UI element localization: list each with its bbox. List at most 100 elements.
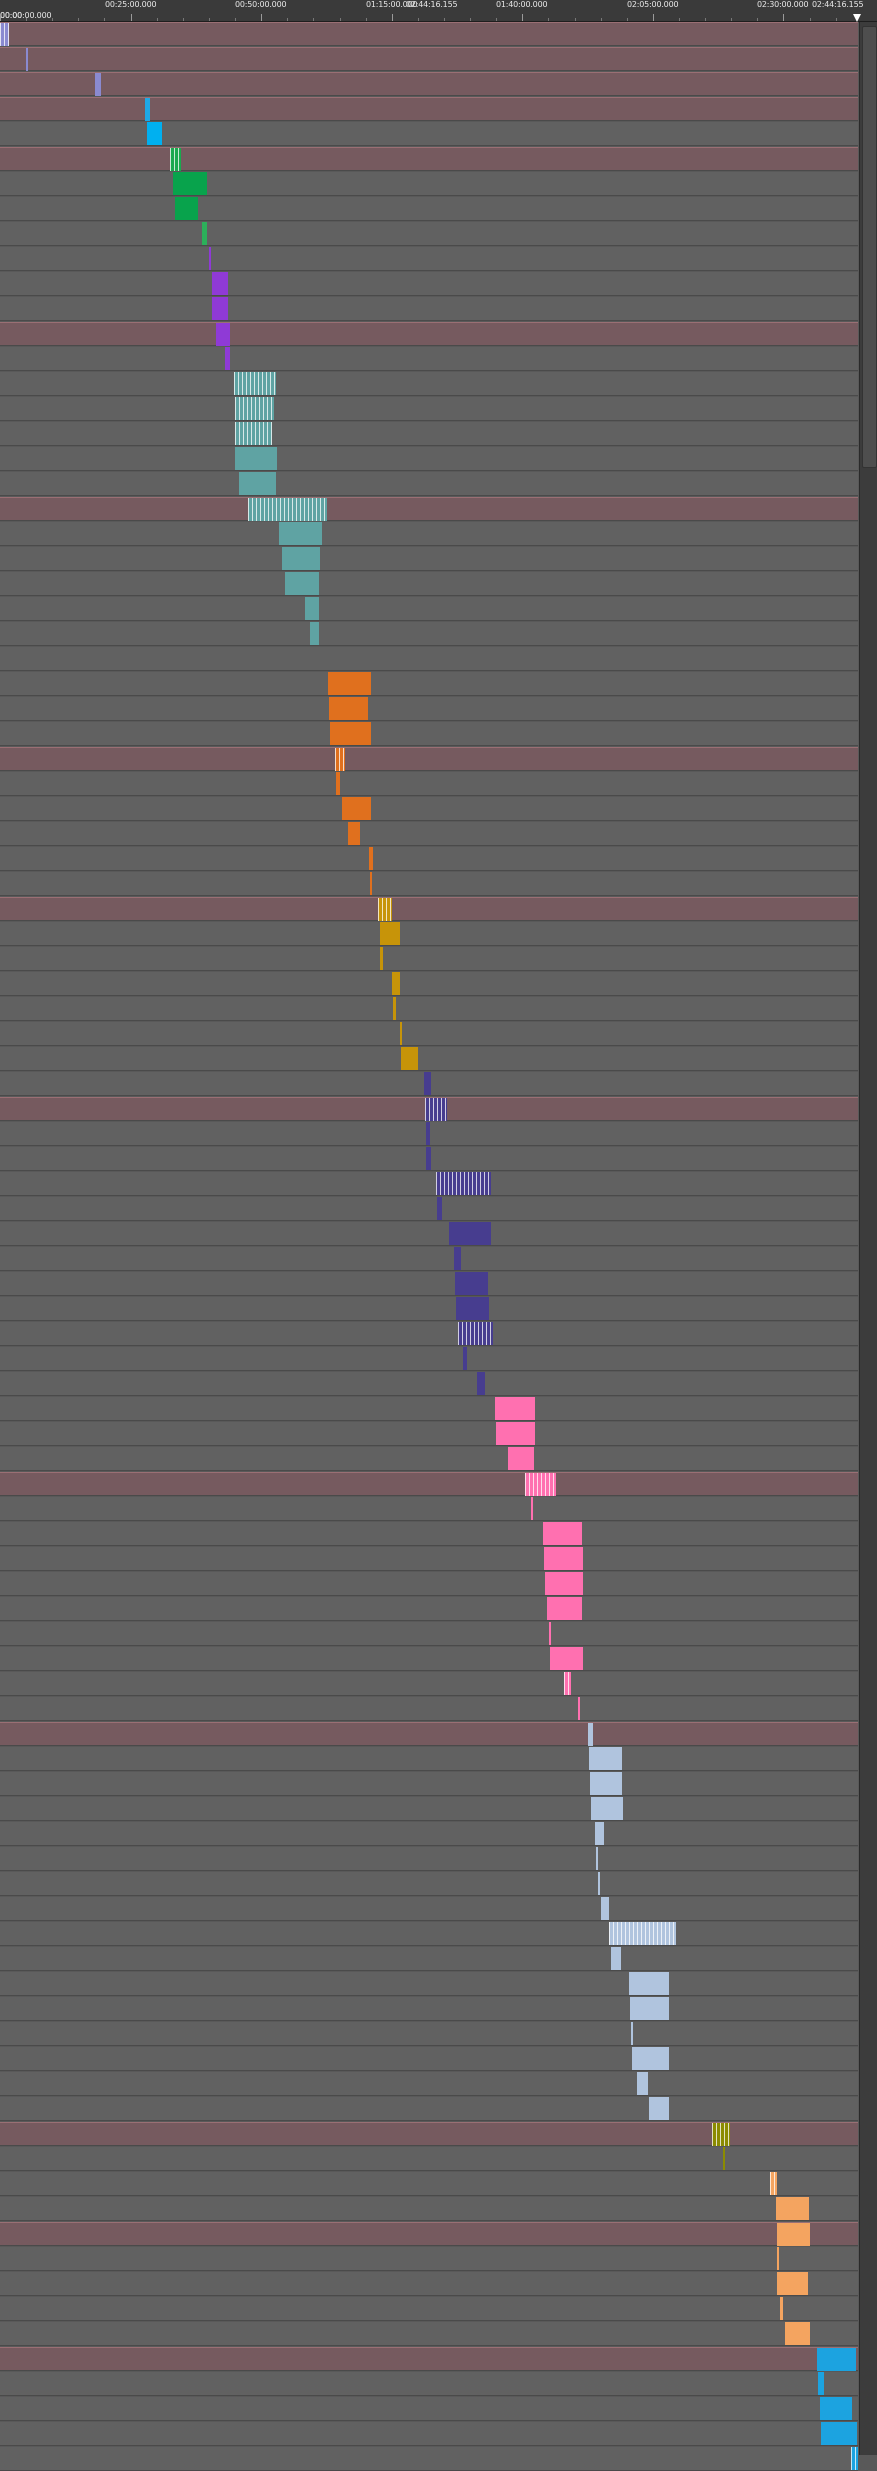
track-row[interactable] bbox=[0, 1222, 858, 1246]
timeline-clip[interactable] bbox=[424, 1072, 431, 1095]
group-track-row[interactable] bbox=[0, 72, 858, 96]
timeline-clip[interactable] bbox=[591, 1797, 623, 1820]
track-row[interactable] bbox=[0, 2147, 858, 2171]
timeline-clip[interactable] bbox=[549, 1622, 551, 1645]
track-row[interactable] bbox=[0, 672, 858, 696]
track-row[interactable] bbox=[0, 547, 858, 571]
group-track-row[interactable] bbox=[0, 322, 858, 346]
timeline-clip[interactable] bbox=[369, 847, 373, 870]
group-track-row[interactable] bbox=[0, 497, 858, 521]
timeline-clip[interactable] bbox=[225, 347, 230, 370]
track-row[interactable] bbox=[0, 872, 858, 896]
timeline-clip[interactable] bbox=[335, 748, 345, 771]
timeline-clip[interactable] bbox=[212, 272, 228, 295]
timeline-clip[interactable] bbox=[776, 2197, 809, 2220]
vertical-scrollbar[interactable] bbox=[859, 22, 877, 2455]
track-row[interactable] bbox=[0, 1272, 858, 1296]
timeline-clip[interactable] bbox=[426, 1147, 431, 1170]
track-row[interactable] bbox=[0, 622, 858, 646]
track-row[interactable] bbox=[0, 1147, 858, 1171]
timeline-clip[interactable] bbox=[712, 2123, 730, 2146]
timeline-clip[interactable] bbox=[477, 1372, 485, 1395]
timeline-clip[interactable] bbox=[455, 1272, 488, 1295]
timeline-clip[interactable] bbox=[545, 1572, 583, 1595]
timeline-clip[interactable] bbox=[777, 2272, 808, 2295]
timeline-clip[interactable] bbox=[508, 1447, 534, 1470]
track-row[interactable] bbox=[0, 1497, 858, 1521]
playhead-marker[interactable] bbox=[853, 14, 861, 22]
track-row[interactable] bbox=[0, 947, 858, 971]
track-row[interactable] bbox=[0, 2397, 858, 2421]
track-row[interactable] bbox=[0, 422, 858, 446]
track-row[interactable] bbox=[0, 2372, 858, 2396]
track-row[interactable] bbox=[0, 347, 858, 371]
track-row[interactable] bbox=[0, 522, 858, 546]
track-row[interactable] bbox=[0, 172, 858, 196]
timeline-clip[interactable] bbox=[550, 1647, 583, 1670]
timeline-clip[interactable] bbox=[426, 1122, 430, 1145]
timeline-clip[interactable] bbox=[543, 1522, 582, 1545]
timeline-clip[interactable] bbox=[632, 2047, 669, 2070]
timeline-clip[interactable] bbox=[400, 1022, 402, 1045]
timeline-clip[interactable] bbox=[851, 2447, 858, 2470]
timeline-clip[interactable] bbox=[777, 2223, 810, 2246]
track-row[interactable] bbox=[0, 1747, 858, 1771]
timeline-clip[interactable] bbox=[147, 122, 162, 145]
timeline-clip[interactable] bbox=[216, 323, 230, 346]
track-row[interactable] bbox=[0, 1297, 858, 1321]
timeline-clip[interactable] bbox=[425, 1098, 447, 1121]
track-row[interactable] bbox=[0, 1572, 858, 1596]
timeline-clip[interactable] bbox=[818, 2372, 824, 2395]
timeline-clip[interactable] bbox=[564, 1672, 571, 1695]
timeline-clip[interactable] bbox=[547, 1597, 582, 1620]
timeline-clip[interactable] bbox=[463, 1347, 467, 1370]
timeline-clip[interactable] bbox=[212, 297, 228, 320]
timeline-clip[interactable] bbox=[578, 1697, 580, 1720]
timeline-clip[interactable] bbox=[330, 722, 371, 745]
group-track-row[interactable] bbox=[0, 97, 858, 121]
track-row[interactable] bbox=[0, 297, 858, 321]
timeline-clip[interactable] bbox=[631, 2022, 633, 2045]
track-row[interactable] bbox=[0, 372, 858, 396]
track-row[interactable] bbox=[0, 1322, 858, 1346]
track-row[interactable] bbox=[0, 1672, 858, 1696]
track-row[interactable] bbox=[0, 1347, 858, 1371]
timeline-clip[interactable] bbox=[285, 572, 319, 595]
timeline-clip[interactable] bbox=[820, 2397, 852, 2420]
track-row[interactable] bbox=[0, 1797, 858, 1821]
timeline-clip[interactable] bbox=[378, 898, 392, 921]
timeline-clip[interactable] bbox=[175, 197, 198, 220]
group-track-row[interactable] bbox=[0, 897, 858, 921]
timeline-clip[interactable] bbox=[342, 797, 371, 820]
track-row[interactable] bbox=[0, 2197, 858, 2221]
timeline-clip[interactable] bbox=[590, 1772, 622, 1795]
timeline-clip[interactable] bbox=[589, 1747, 622, 1770]
timeline-clip[interactable] bbox=[0, 23, 9, 46]
track-row[interactable] bbox=[0, 597, 858, 621]
track-row[interactable] bbox=[0, 772, 858, 796]
track-row[interactable] bbox=[0, 1422, 858, 1446]
group-track-row[interactable] bbox=[0, 1722, 858, 1746]
group-track-row[interactable] bbox=[0, 2122, 858, 2146]
group-track-row[interactable] bbox=[0, 147, 858, 171]
track-row[interactable] bbox=[0, 997, 858, 1021]
timeline-clip[interactable] bbox=[437, 1197, 442, 1220]
track-row[interactable] bbox=[0, 122, 858, 146]
track-row[interactable] bbox=[0, 2272, 858, 2296]
timeline-clip[interactable] bbox=[588, 1723, 593, 1746]
timeline-clip[interactable] bbox=[26, 48, 28, 71]
timeline-clip[interactable] bbox=[328, 672, 371, 695]
track-row[interactable] bbox=[0, 1072, 858, 1096]
track-row[interactable] bbox=[0, 1372, 858, 1396]
track-row[interactable] bbox=[0, 222, 858, 246]
timeline-clip[interactable] bbox=[282, 547, 320, 570]
timeline-clip[interactable] bbox=[723, 2147, 725, 2170]
track-row[interactable] bbox=[0, 2047, 858, 2071]
timeline-clip[interactable] bbox=[598, 1872, 600, 1895]
track-row[interactable] bbox=[0, 697, 858, 721]
track-row[interactable] bbox=[0, 1197, 858, 1221]
timeline-clip[interactable] bbox=[454, 1247, 461, 1270]
timeline-clip[interactable] bbox=[209, 247, 211, 270]
track-row[interactable] bbox=[0, 1947, 858, 1971]
track-row[interactable] bbox=[0, 647, 858, 671]
